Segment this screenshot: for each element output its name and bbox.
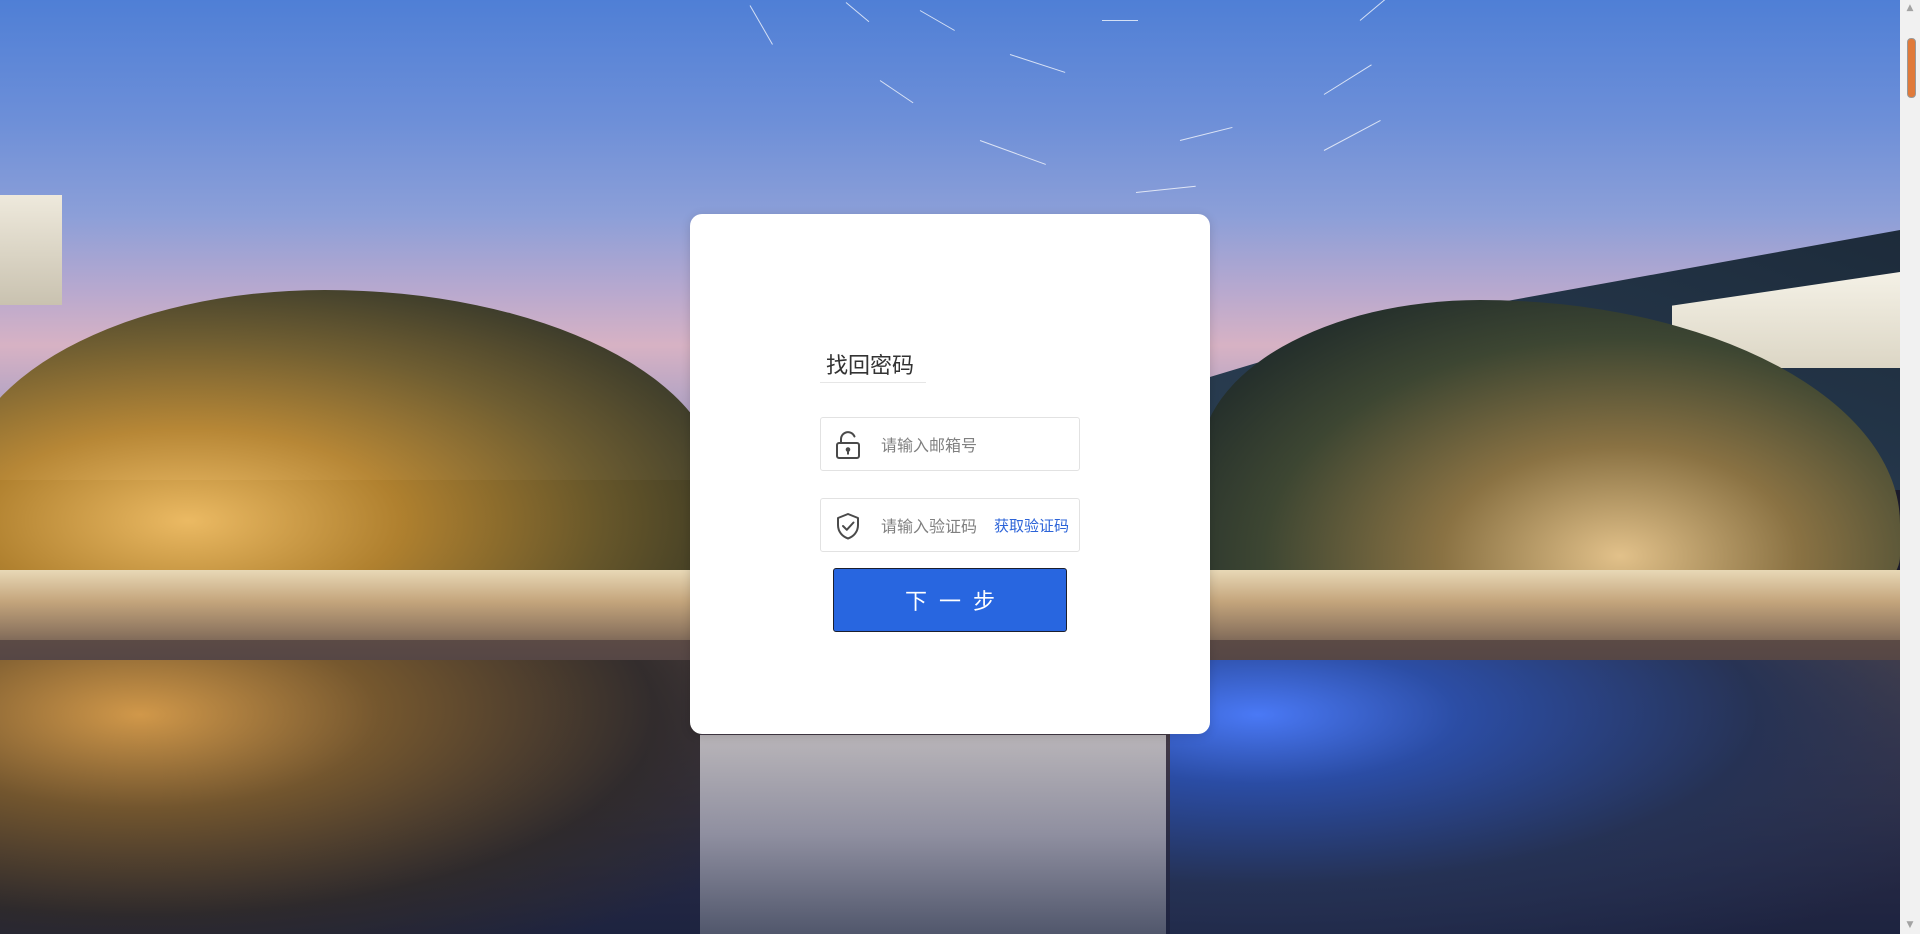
reset-password-card: 找回密码 获取验证码 下一步 (690, 214, 1210, 734)
vertical-scrollbar[interactable]: ▲ ▼ (1900, 0, 1920, 934)
verification-code-input[interactable] (881, 511, 991, 541)
background-building-left (0, 195, 62, 305)
shield-check-icon (833, 511, 863, 541)
background-reflection-building (700, 735, 1166, 934)
background-reflection-left (0, 660, 700, 934)
page-title: 找回密码 (826, 354, 915, 379)
reset-password-page: 找回密码 获取验证码 下一步 (0, 0, 1920, 934)
email-input[interactable] (881, 430, 1067, 460)
verification-code-field[interactable]: 获取验证码 (820, 498, 1080, 552)
scrollbar-thumb[interactable] (1907, 38, 1916, 98)
scroll-up-arrow-icon[interactable]: ▲ (1900, 0, 1920, 17)
star-trail (1102, 20, 1138, 21)
background-reflection-right (1170, 660, 1900, 934)
get-code-link[interactable]: 获取验证码 (994, 514, 1069, 538)
email-field[interactable] (820, 417, 1080, 471)
scroll-down-arrow-icon[interactable]: ▼ (1900, 917, 1920, 934)
title-underline: 找回密码 (820, 352, 926, 383)
next-button[interactable]: 下一步 (833, 568, 1067, 632)
unlock-icon (833, 430, 863, 460)
